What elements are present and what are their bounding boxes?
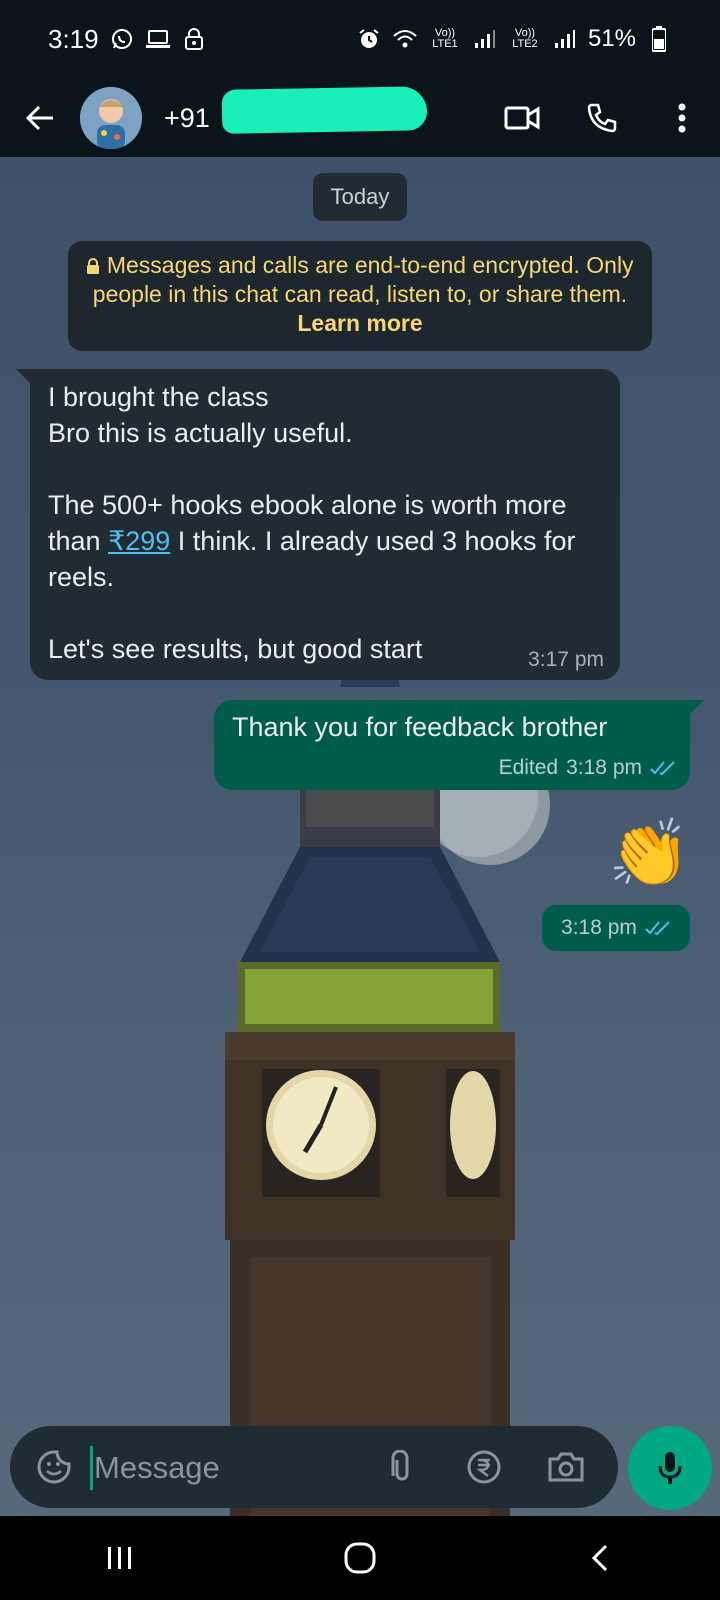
emoji-message[interactable]: 👏 <box>608 812 690 894</box>
signal-icon <box>552 26 578 52</box>
home-icon <box>344 1542 376 1574</box>
whatsapp-icon <box>109 26 135 52</box>
status-bar-left: 3:19 <box>48 24 207 55</box>
recents-icon <box>108 1547 131 1569</box>
edited-label: Edited <box>498 756 559 779</box>
camera-icon <box>548 1452 584 1482</box>
video-call-button[interactable] <box>502 98 542 138</box>
incoming-message-text: I brought the class Bro this is actually… <box>48 379 608 667</box>
recents-button[interactable] <box>75 1523 165 1593</box>
attach-button[interactable] <box>382 1447 422 1487</box>
message-line: Bro this is actually useful. <box>48 418 353 448</box>
message-composer <box>10 1426 618 1508</box>
rupee-icon <box>467 1450 501 1484</box>
double-check-icon <box>645 921 670 936</box>
nav-back-icon <box>591 1544 608 1572</box>
status-bar: 3:19 Vo)) LTE1 Vo)) LTE2 51% <box>0 0 720 78</box>
message-meta: Edited 3:18 pm <box>499 756 676 780</box>
lock-icon <box>86 252 106 278</box>
voice-message-button[interactable] <box>628 1426 712 1510</box>
message-paragraph: Let's see results, but good start <box>48 634 423 664</box>
back-button[interactable] <box>0 78 80 157</box>
wifi-icon <box>392 26 418 52</box>
learn-more-link[interactable]: Learn more <box>297 310 422 336</box>
alarm-icon <box>356 26 382 52</box>
system-nav-bar <box>0 1516 720 1600</box>
sim2-label: Vo)) LTE2 <box>512 27 538 50</box>
status-time: 3:19 <box>48 23 99 54</box>
status-bar-right: Vo)) LTE1 Vo)) LTE2 51% <box>356 25 672 53</box>
more-vertical-icon <box>678 103 686 132</box>
price-link[interactable]: ₹299 <box>108 526 170 556</box>
laptop-icon <box>145 26 171 52</box>
signal-icon <box>472 26 498 52</box>
incoming-message[interactable]: I brought the class Bro this is actually… <box>16 369 620 680</box>
contact-name[interactable]: +91 <box>164 85 428 138</box>
sticker-icon <box>37 1450 71 1484</box>
outgoing-message-text: Thank you for feedback brother <box>232 712 608 742</box>
encryption-text: Messages and calls are end-to-end encryp… <box>92 252 634 307</box>
battery-percent: 51% <box>587 25 636 52</box>
video-call-icon <box>504 105 540 130</box>
sim1-label: Vo)) LTE1 <box>432 27 458 50</box>
battery-icon <box>646 26 672 52</box>
lock-icon <box>181 26 207 52</box>
redaction-mark <box>221 85 428 134</box>
payment-button[interactable] <box>464 1447 504 1487</box>
double-check-icon <box>650 761 675 776</box>
phone-icon <box>587 103 617 132</box>
contact-number: +91 <box>164 102 210 133</box>
back-arrow-icon <box>25 105 53 130</box>
message-input[interactable] <box>92 1442 376 1494</box>
emoji-message-time: 3:18 pm <box>542 905 690 951</box>
outgoing-message[interactable]: Thank you for feedback brother Edited 3:… <box>214 700 704 790</box>
voice-call-button[interactable] <box>582 98 622 138</box>
more-options-button[interactable] <box>662 98 702 138</box>
nav-back-button[interactable] <box>555 1523 645 1593</box>
contact-avatar[interactable] <box>80 86 142 149</box>
message-timestamp: 3:17 pm <box>528 648 604 671</box>
camera-button[interactable] <box>546 1447 586 1487</box>
message-line: I brought the class <box>48 382 269 412</box>
home-button[interactable] <box>315 1523 405 1593</box>
encryption-notice[interactable]: Messages and calls are end-to-end encryp… <box>68 241 652 351</box>
message-timestamp: 3:18 pm <box>561 916 637 939</box>
mic-icon <box>658 1452 682 1484</box>
date-chip: Today <box>313 173 407 221</box>
sticker-button[interactable] <box>34 1447 74 1487</box>
chat-header: +91 <box>0 78 720 157</box>
header-actions <box>502 78 702 157</box>
attach-icon <box>391 1450 409 1481</box>
message-timestamp: 3:18 pm <box>566 756 642 779</box>
